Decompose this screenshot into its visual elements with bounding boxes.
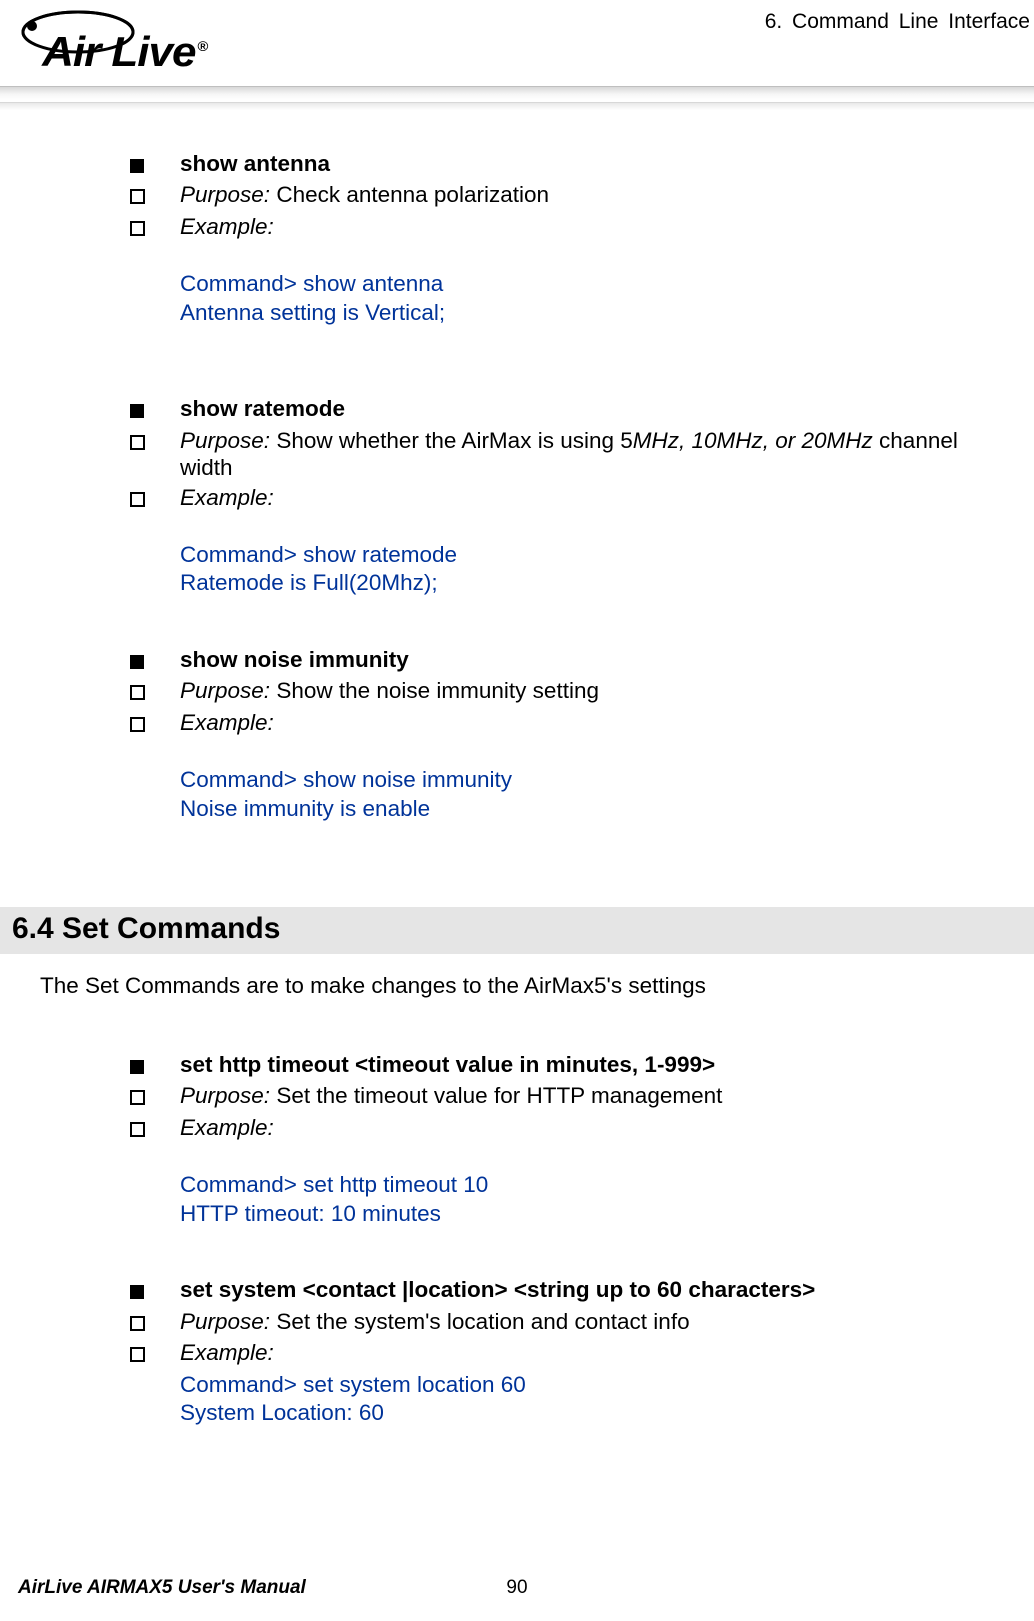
registered-icon: ® — [198, 38, 208, 54]
command-block: show ratemode Purpose: Show whether the … — [130, 395, 984, 598]
box-bullet-icon — [130, 492, 145, 507]
page-number: 90 — [506, 1577, 527, 1599]
box-bullet-icon — [130, 1122, 145, 1137]
purpose-label: Purpose: — [180, 1083, 270, 1108]
page: Air Live® 6. Command Line Interface show… — [0, 0, 1034, 1621]
footer-manual-title: AirLive AIRMAX5 User's Manual — [18, 1577, 306, 1599]
command-purpose: Purpose: Set the system's location and c… — [180, 1308, 984, 1335]
square-bullet-icon — [130, 1285, 144, 1299]
command-title: show ratemode — [180, 395, 984, 422]
section-heading: 6.4 Set Commands — [12, 911, 994, 948]
box-bullet-icon — [130, 1347, 145, 1362]
box-bullet-icon — [130, 1316, 145, 1331]
example-label: Example: — [180, 1114, 984, 1141]
example-label: Example: — [180, 213, 984, 240]
command-title: show antenna — [180, 150, 984, 177]
example-output: Command> set http timeout 10 HTTP timeou… — [180, 1171, 984, 1228]
square-bullet-icon — [130, 655, 144, 669]
square-bullet-icon — [130, 159, 144, 173]
square-bullet-icon — [130, 1060, 144, 1074]
section-intro: The Set Commands are to make changes to … — [40, 972, 994, 999]
example-label: Example: — [180, 709, 984, 736]
chapter-label: 6. Command Line Interface — [765, 10, 1034, 34]
box-bullet-icon — [130, 1090, 145, 1105]
section-heading-bar: 6.4 Set Commands — [0, 907, 1034, 954]
command-block: show noise immunity Purpose: Show the no… — [130, 646, 984, 823]
command-title: set http timeout <timeout value in minut… — [180, 1051, 984, 1078]
box-bullet-icon — [130, 435, 145, 450]
brand-logo: Air Live® — [18, 10, 268, 80]
command-block: set http timeout <timeout value in minut… — [130, 1051, 984, 1228]
example-output: Command> set system location 60 System L… — [180, 1371, 984, 1428]
purpose-label: Purpose: — [180, 1309, 270, 1334]
command-block: show antenna Purpose: Check antenna pola… — [130, 150, 984, 327]
purpose-label: Purpose: — [180, 182, 270, 207]
purpose-label: Purpose: — [180, 428, 270, 453]
header-divider-2 — [0, 102, 1034, 110]
command-purpose: Purpose: Show whether the AirMax is usin… — [180, 427, 984, 482]
example-label: Example: — [180, 1339, 984, 1366]
page-footer: AirLive AIRMAX5 User's Manual 90 — [18, 1577, 1016, 1599]
box-bullet-icon — [130, 717, 145, 732]
example-output: Command> show ratemode Ratemode is Full(… — [180, 541, 984, 598]
example-label: Example: — [180, 484, 984, 511]
header-divider — [0, 86, 1034, 100]
box-bullet-icon — [130, 189, 145, 204]
example-output: Command> show noise immunity Noise immun… — [180, 766, 984, 823]
page-content: show antenna Purpose: Check antenna pola… — [0, 110, 1034, 1427]
command-purpose: Purpose: Check antenna polarization — [180, 181, 984, 208]
box-bullet-icon — [130, 685, 145, 700]
command-title: set system <contact |location> <string u… — [180, 1276, 984, 1303]
logo-text: Air Live® — [42, 28, 207, 76]
command-block: set system <contact |location> <string u… — [130, 1276, 984, 1427]
example-output: Command> show antenna Antenna setting is… — [180, 270, 984, 327]
box-bullet-icon — [130, 221, 145, 236]
command-purpose: Purpose: Set the timeout value for HTTP … — [180, 1082, 984, 1109]
command-title: show noise immunity — [180, 646, 984, 673]
purpose-label: Purpose: — [180, 678, 270, 703]
square-bullet-icon — [130, 404, 144, 418]
page-header: Air Live® 6. Command Line Interface — [0, 0, 1034, 80]
command-purpose: Purpose: Show the noise immunity setting — [180, 677, 984, 704]
